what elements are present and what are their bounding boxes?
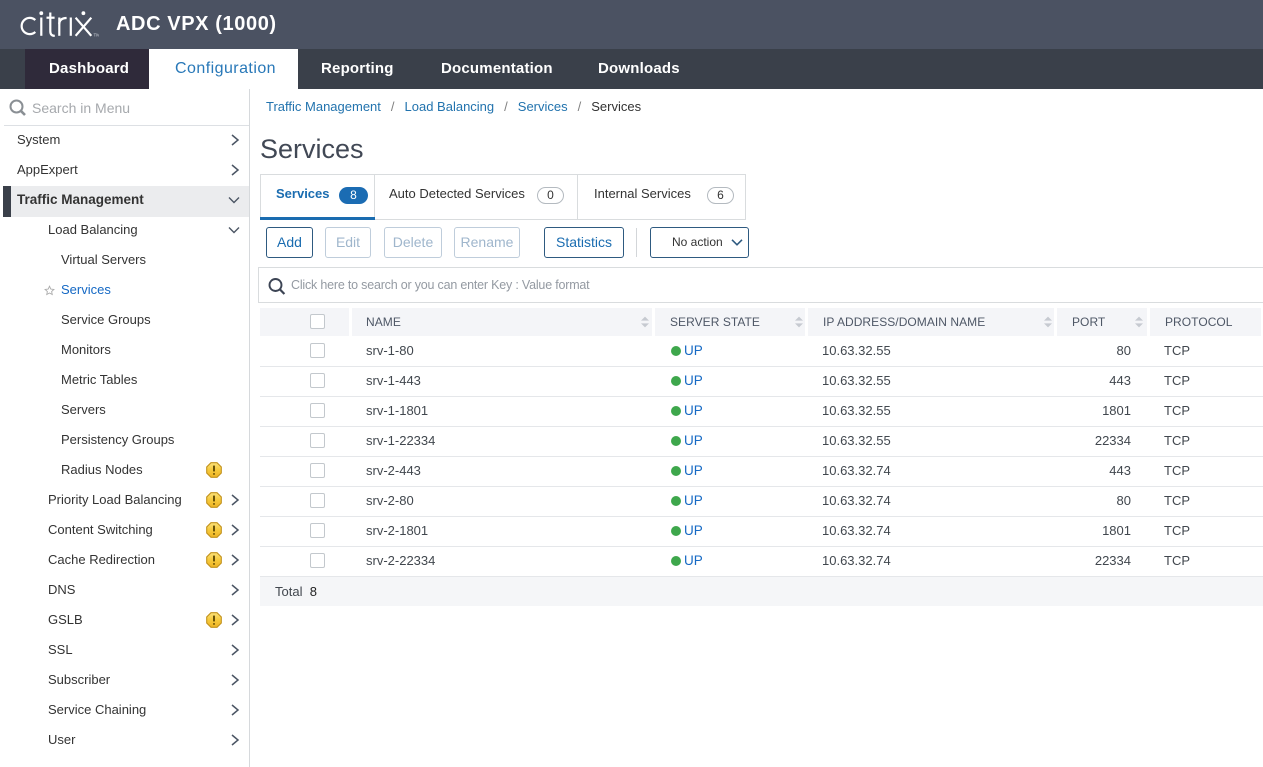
svg-text:TM: TM <box>94 32 100 37</box>
